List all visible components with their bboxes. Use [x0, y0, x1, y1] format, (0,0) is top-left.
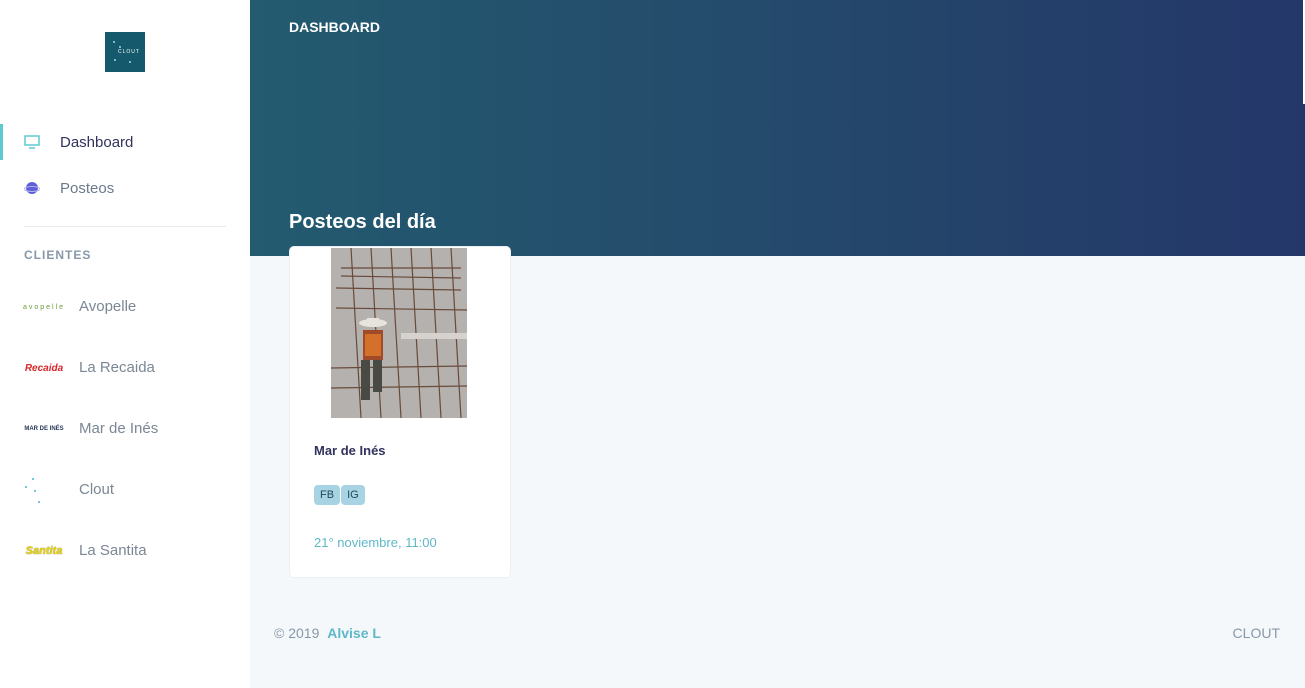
mar-de-ines-logo: MAR DE INÉS [24, 426, 64, 432]
copyright-text: © 2019 [274, 625, 320, 641]
post-image [331, 248, 467, 418]
footer-copyright: © 2019 Alvise L [274, 625, 381, 641]
client-name: La Santita [79, 542, 147, 559]
brand-logo-text: CLOUT [118, 49, 140, 55]
la-recaida-logo: Recaida [24, 362, 64, 374]
client-item-clout[interactable]: Clout [0, 470, 250, 510]
monitor-icon [24, 134, 40, 150]
breadcrumb[interactable]: DASHBOARD [289, 19, 380, 35]
clients-heading: CLIENTES [24, 248, 92, 262]
client-item-mar-de-ines[interactable]: MAR DE INÉS Mar de Inés [0, 409, 250, 449]
post-date: 21° noviembre, 11:00 [314, 535, 437, 550]
badge-instagram: IG [341, 485, 365, 505]
la-santita-logo: Santita [25, 545, 63, 557]
badge-facebook: FB [314, 485, 341, 505]
clout-small-logo [23, 478, 65, 503]
nav-label-dashboard: Dashboard [60, 133, 134, 151]
sidebar-divider [24, 226, 226, 227]
nav-label-posteos: Posteos [60, 179, 115, 197]
planet-icon [23, 180, 41, 196]
clout-logo[interactable]: CLOUT [105, 32, 145, 72]
section-title: Posteos del día [289, 211, 436, 233]
client-item-la-santita[interactable]: Santita La Santita [0, 531, 250, 571]
client-item-la-recaida[interactable]: Recaida La Recaida [0, 348, 250, 388]
nav-item-posteos[interactable]: Posteos [0, 170, 250, 206]
nav-item-dashboard[interactable]: Dashboard [0, 124, 250, 160]
sidebar: CLOUT Dashboard Posteos CLIENTES avopell… [0, 0, 250, 688]
network-badges: FB IG [314, 485, 366, 505]
client-name: Clout [79, 481, 115, 498]
client-name: Mar de Inés [79, 420, 159, 437]
header-banner: DASHBOARD Posteos del día [250, 0, 1305, 256]
author-link[interactable]: Alvise L [327, 625, 381, 641]
client-name: La Recaida [79, 359, 155, 376]
client-name: Avopelle [79, 298, 137, 315]
client-item-avopelle[interactable]: avopelle Avopelle [0, 287, 250, 327]
footer-brand-link[interactable]: CLOUT [1233, 625, 1280, 641]
avopelle-logo: avopelle [22, 303, 66, 311]
post-card[interactable]: Mar de Inés FB IG 21° noviembre, 11:00 [289, 246, 511, 578]
post-client-name: Mar de Inés [314, 443, 386, 458]
